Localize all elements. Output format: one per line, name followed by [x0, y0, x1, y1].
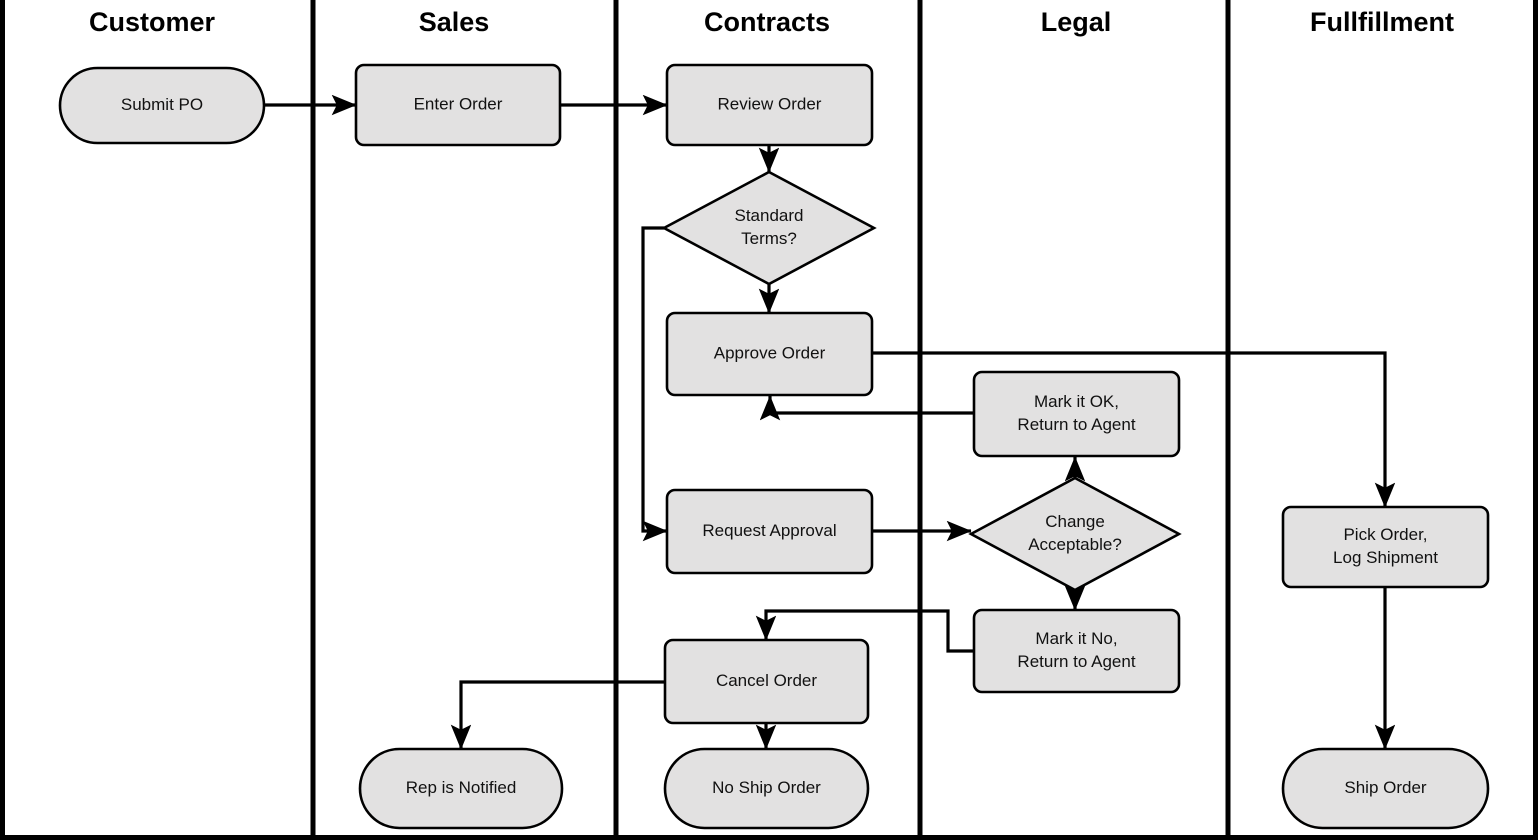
node-label-standard-terms: Standard — [735, 206, 804, 225]
flowchart-canvas: Customer Sales Contracts Legal Fullfillment … — [0, 0, 1538, 840]
node-label-pick-order-log-shipment: Log Shipment — [1333, 548, 1438, 567]
node-label-mark-it-ok: Return to Agent — [1017, 415, 1135, 434]
node-request-approval[interactable]: Request Approval — [665, 488, 874, 575]
node-cancel-order[interactable]: Cancel Order — [663, 638, 870, 725]
node-label-submit-po: Submit PO — [121, 95, 203, 114]
node-mark-it-ok[interactable]: Mark it OK, Return to Agent — [972, 370, 1181, 458]
node-label-cancel-order: Cancel Order — [716, 671, 817, 690]
node-label-standard-terms: Terms? — [741, 229, 797, 248]
lane-title-customer: Customer — [89, 7, 216, 37]
node-label-review-order: Review Order — [718, 94, 822, 113]
node-label-request-approval: Request Approval — [702, 521, 836, 540]
node-label-change-acceptable: Acceptable? — [1028, 535, 1122, 554]
node-label-mark-it-ok: Mark it OK, — [1034, 392, 1119, 411]
node-rep-is-notified[interactable]: Rep is Notified — [358, 747, 564, 830]
node-no-ship-order[interactable]: No Ship Order — [663, 747, 870, 830]
node-label-rep-is-notified: Rep is Notified — [406, 778, 517, 797]
node-label-change-acceptable: Change — [1045, 512, 1105, 531]
node-label-ship-order: Ship Order — [1344, 778, 1427, 797]
node-submit-po[interactable]: Submit PO — [58, 66, 266, 145]
node-review-order[interactable]: Review Order — [665, 63, 874, 147]
node-mark-it-no[interactable]: Mark it No, Return to Agent — [972, 608, 1181, 694]
node-label-enter-order: Enter Order — [414, 94, 503, 113]
node-label-pick-order-log-shipment: Pick Order, — [1343, 525, 1427, 544]
lane-title-legal: Legal — [1041, 7, 1112, 37]
node-label-mark-it-no: Return to Agent — [1017, 652, 1135, 671]
lane-title-fullfillment: Fullfillment — [1310, 7, 1454, 37]
node-label-approve-order: Approve Order — [714, 343, 826, 362]
lane-title-sales: Sales — [419, 7, 490, 37]
node-label-no-ship-order: No Ship Order — [712, 778, 821, 797]
node-label-mark-it-no: Mark it No, — [1035, 629, 1117, 648]
swimlane-diagram: Customer Sales Contracts Legal Fullfillment … — [0, 0, 1538, 840]
lane-title-contracts: Contracts — [704, 7, 830, 37]
node-enter-order[interactable]: Enter Order — [354, 63, 562, 147]
node-ship-order[interactable]: Ship Order — [1281, 747, 1490, 830]
node-pick-order-log-shipment[interactable]: Pick Order, Log Shipment — [1281, 505, 1490, 589]
node-approve-order[interactable]: Approve Order — [665, 311, 874, 397]
